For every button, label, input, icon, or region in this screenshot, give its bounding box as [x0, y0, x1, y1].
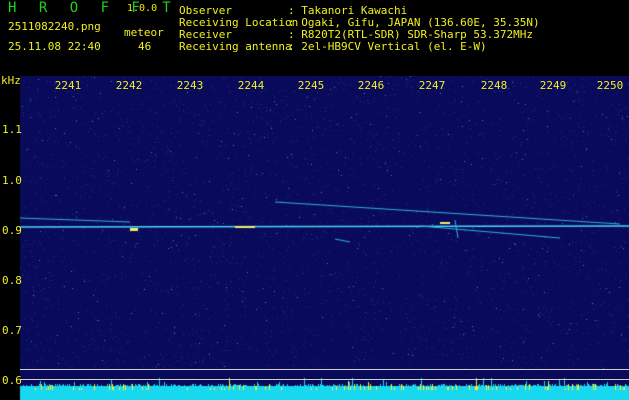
x-tick-2248: 2248: [480, 79, 508, 92]
file-name: 2511082240.png: [8, 20, 101, 33]
x-tick-2244: 2244: [237, 79, 265, 92]
divider-line-upper: [20, 369, 629, 370]
x-tick-2243: 2243: [176, 79, 204, 92]
y-tick-0.6: 0.6: [2, 374, 22, 387]
spectrogram-canvas: [0, 76, 629, 400]
y-tick-1.0: 1.0: [2, 174, 22, 187]
y-tick-0.9: 0.9: [2, 224, 22, 237]
x-tick-2250: 2250: [596, 79, 624, 92]
meteor-count: 46: [138, 40, 152, 53]
x-tick-2249: 2249: [539, 79, 567, 92]
y-axis-unit: kHz: [1, 74, 21, 87]
app-version: 1.0.0: [127, 3, 158, 14]
x-tick-2241: 2241: [54, 79, 82, 92]
y-tick-0.8: 0.8: [2, 274, 22, 287]
y-tick-1.1: 1.1: [2, 123, 22, 136]
x-tick-2245: 2245: [297, 79, 325, 92]
x-tick-2246: 2246: [357, 79, 385, 92]
meteor-label: meteor: [124, 26, 164, 39]
antenna-key: Receiving antenna: [179, 40, 292, 53]
x-tick-2242: 2242: [115, 79, 143, 92]
x-tick-2247: 2247: [418, 79, 446, 92]
date-time: 25.11.08 22:40: [8, 40, 101, 53]
divider-line-lower: [20, 379, 629, 380]
antenna-value: : 2el-HB9CV Vertical (el. E-W): [288, 40, 487, 53]
spectrogram-plot[interactable]: [0, 76, 629, 400]
y-tick-0.7: 0.7: [2, 324, 22, 337]
